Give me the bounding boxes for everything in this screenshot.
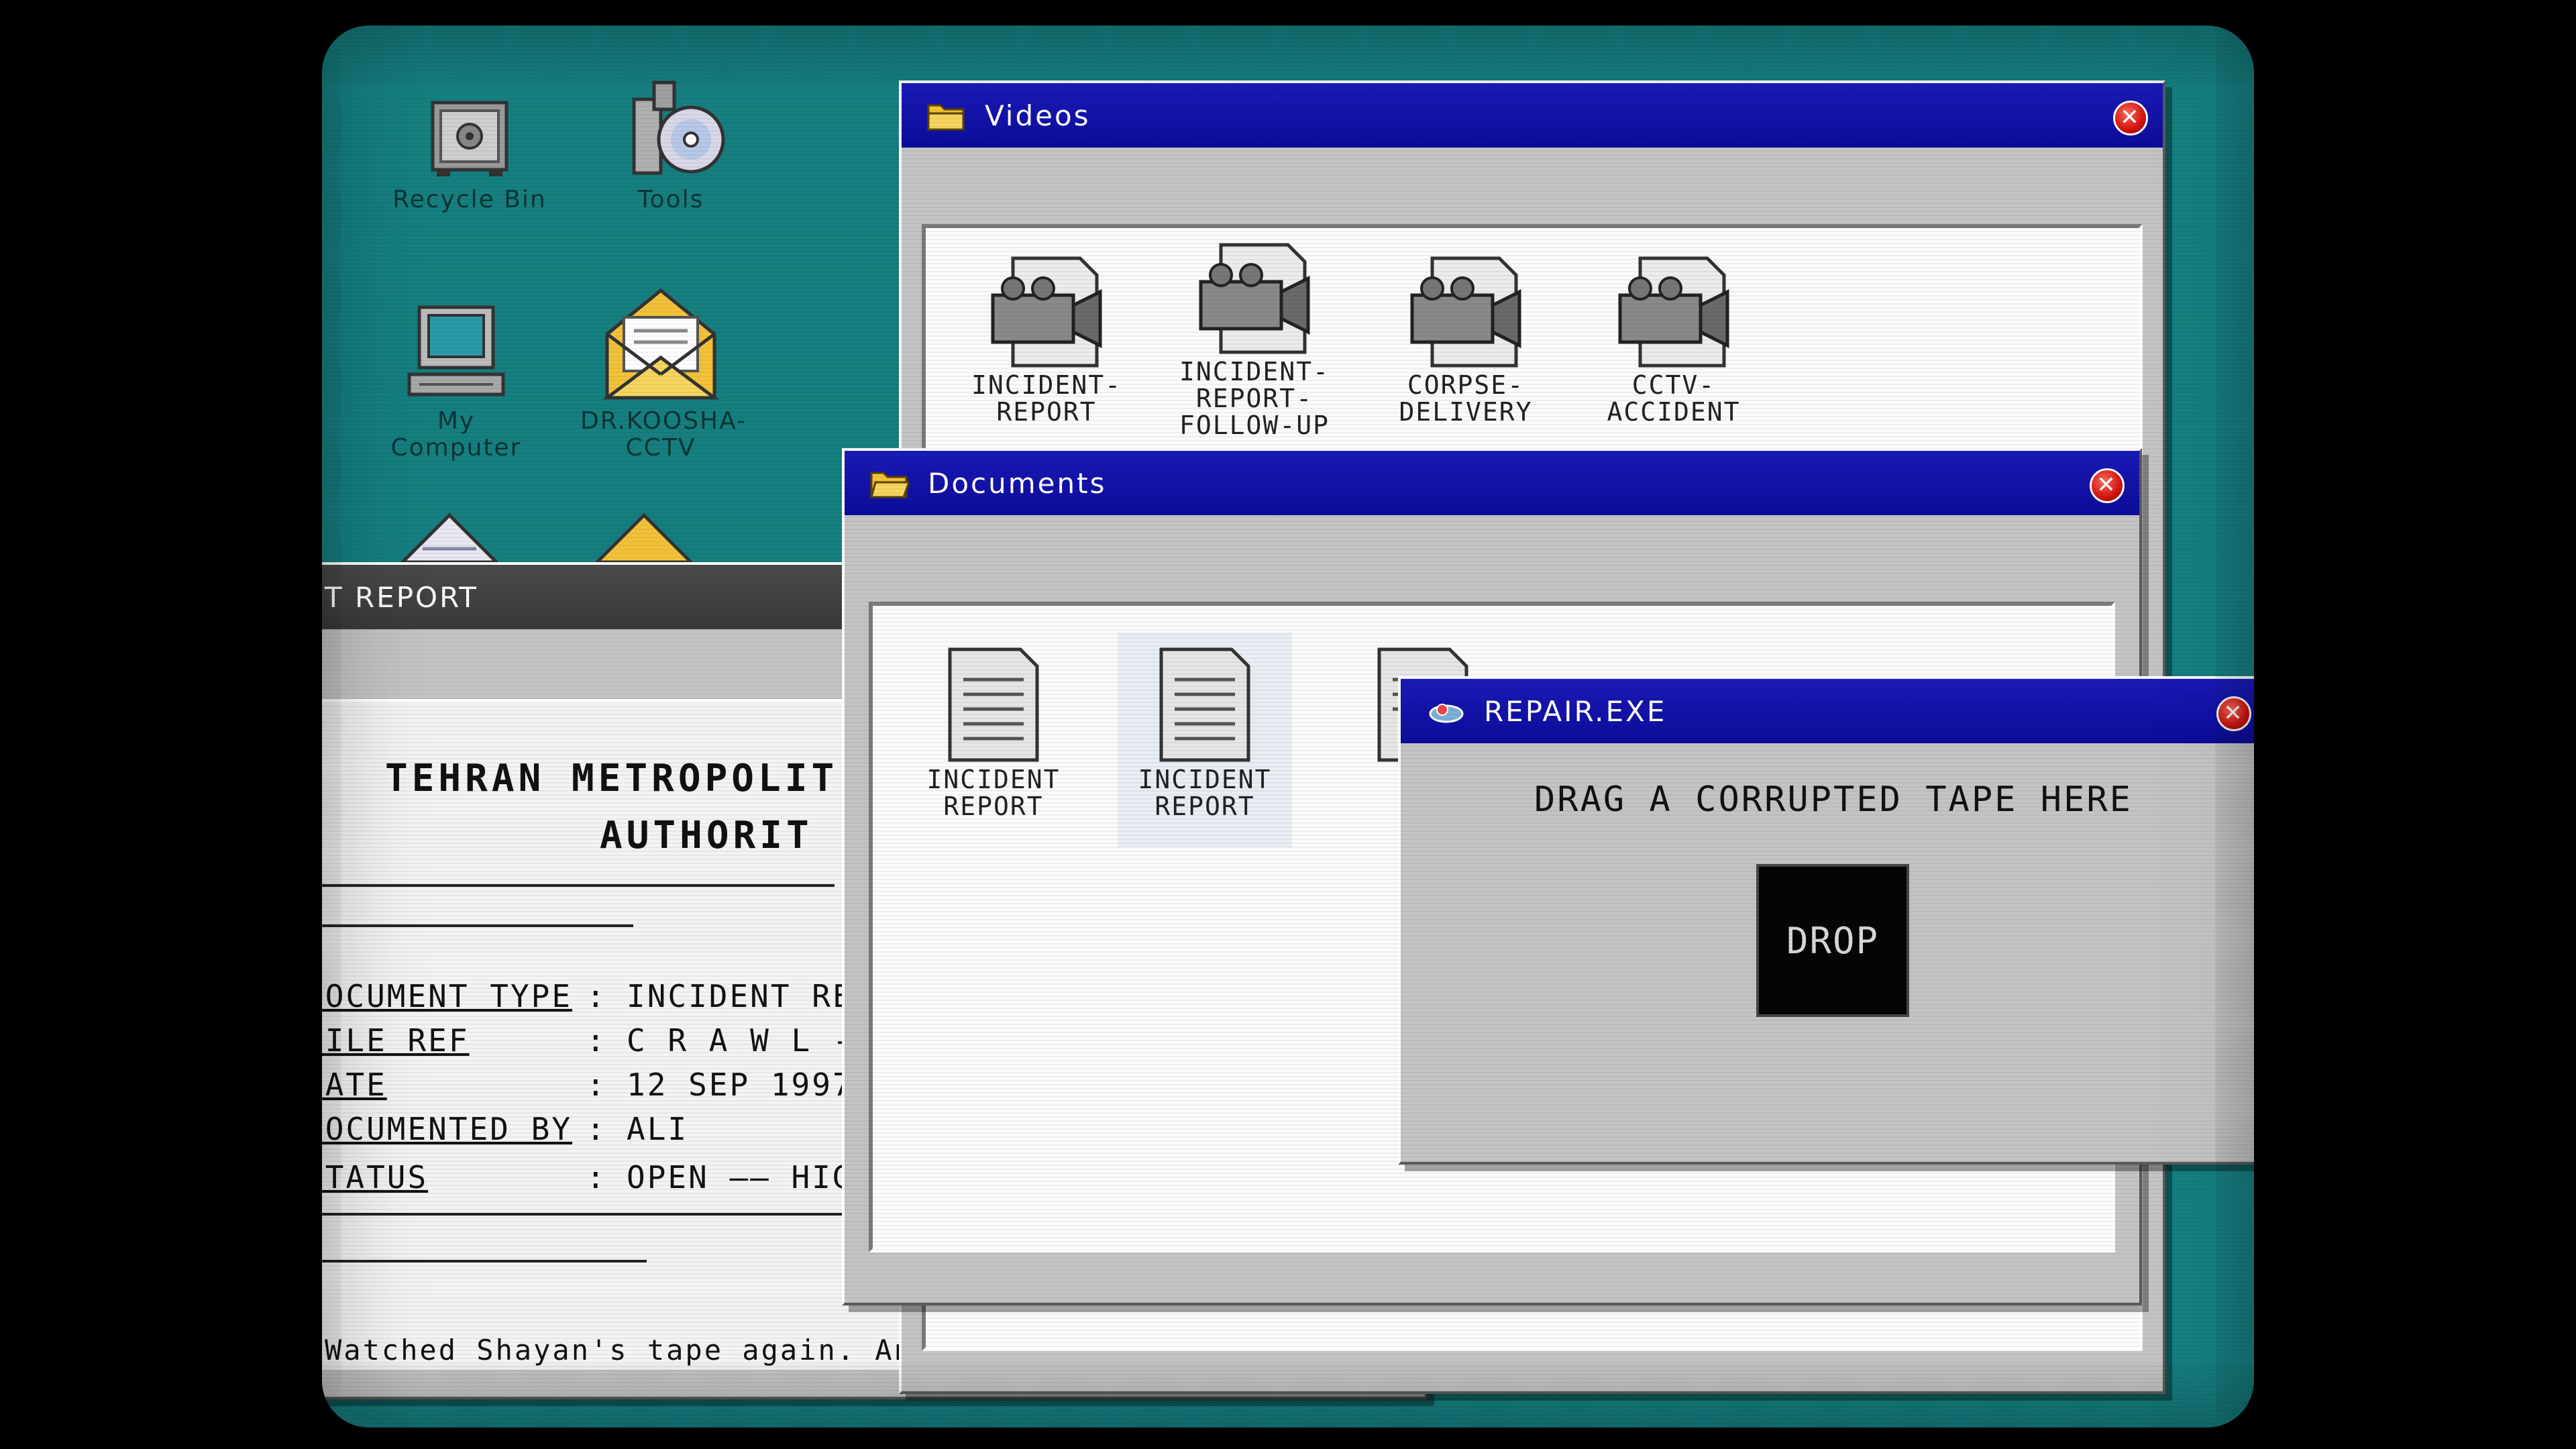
drop-zone[interactable]: DROP: [1756, 864, 1909, 1017]
field-key: STATUS: [322, 1159, 429, 1195]
field-value: ALI: [627, 1111, 689, 1147]
divider: [322, 924, 633, 927]
field-key: FILE REF: [322, 1022, 470, 1059]
mail-envelope-icon: [602, 288, 720, 400]
field-value: INCIDENT RE: [627, 978, 853, 1014]
report-field-row: DOCUMENT TYPE: INCIDENT RE: [322, 978, 853, 1014]
videos-close-button[interactable]: ✕: [2113, 101, 2148, 136]
desktop-icon-label: DR.KOOSHA-: [580, 407, 747, 435]
video-file[interactable]: CORPSE- DELIVERY: [1379, 255, 1553, 425]
documents-window-title: Documents: [928, 466, 1107, 500]
file-label: REPORT: [996, 397, 1097, 427]
video-camera-file-icon: [1199, 243, 1310, 354]
desktop-icon-label: Tools: [637, 186, 704, 213]
file-label: FOLLOW-UP: [1179, 411, 1330, 440]
report-field-row: FILE REF:C R A W L - 0: [322, 1022, 894, 1059]
desktop-icon-label: Recycle Bin: [392, 186, 547, 213]
divider: [322, 1260, 647, 1263]
desktop-icon-label: My Computer: [390, 407, 522, 462]
text-document-icon: [948, 647, 1039, 762]
videos-title-bar[interactable]: Videos ✕: [902, 83, 2163, 148]
desktop-icon-recycle-bin[interactable]: Recycle Bin: [389, 86, 550, 213]
file-label: CCTV-: [1631, 370, 1716, 400]
document-file-selected[interactable]: INCIDENT REPORT: [1118, 633, 1292, 847]
repair-close-button[interactable]: ✕: [2216, 696, 2251, 731]
video-camera-file-icon: [1618, 256, 1729, 368]
folder-open-icon: [870, 472, 909, 498]
field-value: OPEN —— HIG: [627, 1159, 853, 1195]
file-label: CORPSE-: [1407, 370, 1525, 400]
video-file[interactable]: CCTV- ACCIDENT: [1587, 255, 1761, 425]
divider: [322, 884, 835, 887]
divider: [322, 1213, 848, 1216]
repair-exe-window[interactable]: REPAIR.EXE ✕ DRAG A CORRUPTED TAPE HERE …: [1398, 676, 2254, 1165]
computer-icon: [407, 305, 505, 396]
report-field-row: STATUS:OPEN —— HIG: [322, 1159, 853, 1195]
videos-window-title: Videos: [985, 99, 1091, 132]
documents-close-button[interactable]: ✕: [2090, 468, 2125, 503]
file-label: ACCIDENT: [1607, 397, 1741, 427]
field-key: DATE: [322, 1067, 387, 1103]
folder-icon: [927, 104, 965, 131]
field-key: DOCUMENTED BY: [322, 1111, 573, 1147]
desktop-icon-dr-koosha-cctv[interactable]: DR.KOOSHA- CCTV: [580, 280, 747, 462]
file-label: DELIVERY: [1399, 397, 1533, 427]
crt-screen: Recycle Bin Tools My Computer DR.KOOSHA-…: [322, 25, 2254, 1428]
video-file[interactable]: INCIDENT- REPORT- FOLLOW-UP: [1167, 241, 1342, 439]
safe-icon: [431, 101, 508, 176]
file-label: INCIDENT-: [971, 370, 1122, 400]
document-icon-partial: [400, 513, 499, 562]
repair-title-bar[interactable]: REPAIR.EXE ✕: [1401, 679, 2254, 743]
report-heading: AUTHORIT: [600, 814, 813, 857]
field-key: DOCUMENT TYPE: [322, 978, 573, 1014]
document-file[interactable]: INCIDENT REPORT: [906, 646, 1081, 820]
report-window-title: T REPORT: [325, 580, 478, 614]
desktop-icon-label: CCTV: [625, 434, 696, 462]
video-camera-file-icon: [1410, 256, 1521, 368]
text-document-icon: [1159, 647, 1250, 762]
mail-envelope-icon-partial: [594, 513, 694, 562]
video-file[interactable]: INCIDENT- REPORT: [959, 255, 1134, 425]
repair-window-title: REPAIR.EXE: [1484, 694, 1667, 728]
file-label: REPORT-: [1195, 384, 1313, 413]
documents-title-bar[interactable]: Documents ✕: [845, 451, 2139, 515]
report-field-row: DATE:12 SEP 1997: [322, 1067, 853, 1103]
tools-cd-icon: [632, 80, 725, 175]
file-label: INCIDENT: [926, 765, 1061, 794]
file-label: REPORT: [1155, 792, 1255, 821]
repair-tool-icon: [1429, 704, 1464, 723]
report-field-row: DOCUMENTED BY: ALI: [322, 1111, 688, 1147]
report-heading: TEHRAN METROPOLIT: [385, 757, 839, 800]
desktop-icon-tools[interactable]: Tools: [590, 72, 751, 213]
file-label: INCIDENT-: [1179, 357, 1330, 386]
file-label: INCIDENT: [1138, 765, 1272, 794]
repair-instruction: DRAG A CORRUPTED TAPE HERE: [1534, 780, 2133, 820]
file-label: REPORT: [943, 792, 1044, 821]
desktop-icon-my-computer[interactable]: My Computer: [376, 294, 537, 462]
field-value: 12 SEP 1997: [627, 1067, 853, 1103]
video-camera-file-icon: [991, 256, 1102, 368]
